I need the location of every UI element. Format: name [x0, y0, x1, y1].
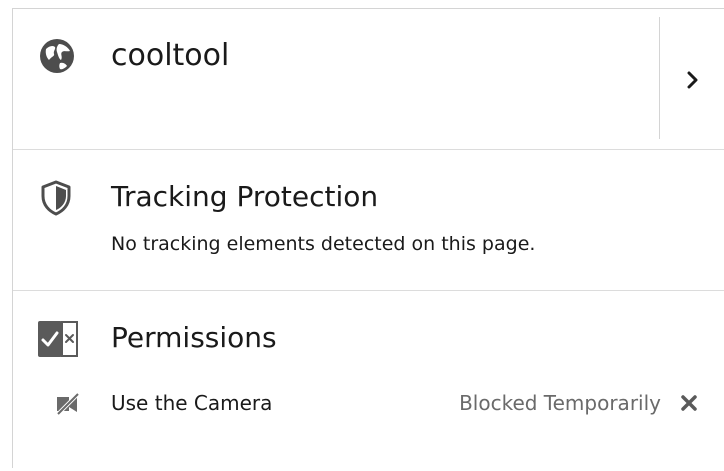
permissions-section: Permissions Use the Camera Blocked Tempo…	[13, 291, 724, 471]
tracking-protection-title: Tracking Protection	[111, 180, 379, 213]
site-section: cooltool	[13, 9, 724, 150]
permissions-title: Permissions	[111, 321, 277, 354]
close-icon	[681, 395, 697, 411]
permission-state: Blocked Temporarily	[459, 391, 661, 415]
camera-blocked-icon	[55, 393, 81, 415]
tracking-protection-description: No tracking elements detected on this pa…	[111, 233, 536, 255]
shield-icon	[41, 180, 71, 216]
permission-label: Use the Camera	[111, 391, 273, 415]
globe-icon	[39, 38, 75, 74]
chevron-right-icon	[687, 71, 698, 89]
remove-permission-button[interactable]	[677, 391, 701, 415]
permissions-icon	[38, 321, 78, 357]
site-name: cooltool	[111, 38, 230, 73]
site-identity-panel: cooltool Tracking Protection No tracking…	[12, 8, 724, 468]
tracking-protection-section: Tracking Protection No tracking elements…	[13, 150, 724, 291]
expand-site-details-button[interactable]	[660, 17, 724, 139]
permission-row-camera: Use the Camera Blocked Temporarily	[13, 385, 724, 421]
